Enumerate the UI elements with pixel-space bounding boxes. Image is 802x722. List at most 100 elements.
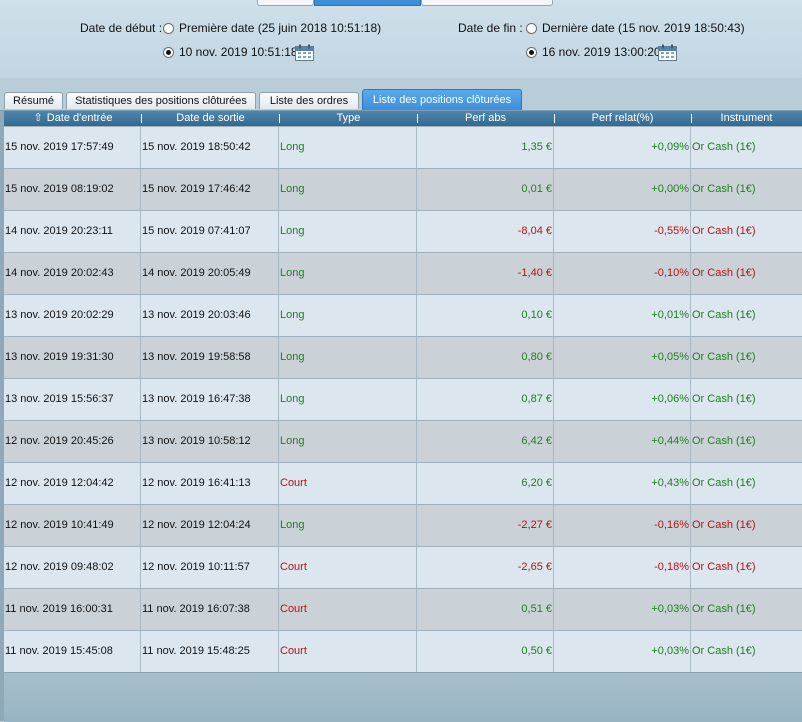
table-row[interactable]: 13 nov. 2019 15:56:37 13 nov. 2019 16:47:… (4, 378, 802, 420)
table-row[interactable]: 15 nov. 2019 17:57:49 15 nov. 2019 18:50:… (4, 126, 802, 168)
type-cell: Long (279, 505, 417, 546)
start-custom-date-value[interactable]: 10 nov. 2019 10:51:18 (179, 45, 298, 59)
type-cell: Long (279, 127, 417, 168)
segment-2[interactable] (313, 0, 421, 6)
perf-rel-cell: -0,16% (554, 505, 691, 546)
tab-closed-positions-stats[interactable]: Statistiques des positions clôturées (66, 92, 256, 109)
exit-date-cell: 13 nov. 2019 16:47:38 (141, 379, 279, 420)
column-header-perf-abs[interactable]: Perf abs (417, 111, 554, 126)
table-row[interactable]: 12 nov. 2019 09:48:02 12 nov. 2019 10:11:… (4, 546, 802, 588)
segment-3[interactable] (420, 0, 554, 6)
start-first-date-radio[interactable] (163, 23, 174, 34)
column-header-perf-rel[interactable]: Perf relat(%) (554, 111, 691, 126)
end-calendar-icon[interactable] (658, 44, 677, 61)
perf-rel-cell: +0,43% (554, 463, 691, 504)
end-date-label: Date de fin : (458, 21, 523, 35)
perf-abs-cell: -8,04 € (417, 211, 554, 252)
type-cell: Long (279, 253, 417, 294)
instrument-cell: Or Cash (1€) (692, 141, 756, 153)
exit-date-cell: 12 nov. 2019 12:04:24 (141, 505, 279, 546)
table-header: ⇧ Date d'entrée Date de sortie Type Perf … (4, 111, 802, 126)
entry-date-cell: 11 nov. 2019 16:00:31 (4, 589, 141, 630)
date-range-panel: Date de début : Première date (25 juin 2… (0, 0, 802, 78)
perf-abs-cell: 0,87 € (417, 379, 554, 420)
perf-rel-cell: -0,18% (554, 547, 691, 588)
segment-1[interactable] (257, 0, 314, 6)
end-custom-date-radio[interactable] (526, 47, 537, 58)
start-first-date-text[interactable]: Première date (25 juin 2018 10:51:18) (179, 21, 381, 35)
type-cell: Court (279, 547, 417, 588)
exit-date-cell: 13 nov. 2019 10:58:12 (141, 421, 279, 462)
tab-closed-positions-list[interactable]: Liste des positions clôturées (362, 89, 522, 110)
exit-date-cell: 15 nov. 2019 18:50:42 (141, 127, 279, 168)
table-row[interactable]: 14 nov. 2019 20:02:43 14 nov. 2019 20:05:… (4, 252, 802, 294)
view-segmented-control (257, 0, 554, 6)
instrument-cell: Or Cash (1€) (692, 183, 756, 195)
column-header-instrument[interactable]: Instrument (691, 111, 802, 126)
perf-rel-cell: -0,10% (554, 253, 691, 294)
entry-date-cell: 15 nov. 2019 17:57:49 (4, 127, 141, 168)
perf-abs-cell: 0,51 € (417, 589, 554, 630)
tab-resume[interactable]: Résumé (4, 92, 63, 109)
perf-abs-cell: 0,01 € (417, 169, 554, 210)
perf-rel-cell: +0,01% (554, 295, 691, 336)
end-last-date-radio[interactable] (526, 23, 537, 34)
instrument-cell: Or Cash (1€) (692, 309, 756, 321)
table-row[interactable]: 15 nov. 2019 08:19:02 15 nov. 2019 17:46:… (4, 168, 802, 210)
instrument-cell: Or Cash (1€) (692, 603, 756, 615)
entry-date-cell: 14 nov. 2019 20:02:43 (4, 253, 141, 294)
exit-date-cell: 11 nov. 2019 15:48:25 (141, 631, 279, 672)
table-row[interactable]: 12 nov. 2019 12:04:42 12 nov. 2019 16:41:… (4, 462, 802, 504)
table-row[interactable]: 11 nov. 2019 15:45:08 11 nov. 2019 15:48:… (4, 630, 802, 672)
table-row[interactable]: 11 nov. 2019 16:00:31 11 nov. 2019 16:07:… (4, 588, 802, 630)
instrument-cell: Or Cash (1€) (692, 393, 756, 405)
start-custom-date-radio[interactable] (163, 47, 174, 58)
table-row[interactable]: 13 nov. 2019 19:31:30 13 nov. 2019 19:58:… (4, 336, 802, 378)
entry-date-cell: 11 nov. 2019 15:45:08 (4, 631, 141, 672)
instrument-cell: Or Cash (1€) (692, 477, 756, 489)
exit-date-cell: 11 nov. 2019 16:07:38 (141, 589, 279, 630)
table-row[interactable]: 14 nov. 2019 20:23:11 15 nov. 2019 07:41:… (4, 210, 802, 252)
perf-rel-cell: +0,44% (554, 421, 691, 462)
instrument-cell: Or Cash (1€) (692, 225, 756, 237)
start-calendar-icon[interactable] (295, 44, 314, 61)
type-cell: Court (279, 463, 417, 504)
instrument-cell: Or Cash (1€) (692, 519, 756, 531)
entry-date-cell: 14 nov. 2019 20:23:11 (4, 211, 141, 252)
table-footer-area (4, 672, 802, 722)
end-last-date-text[interactable]: Dernière date (15 nov. 2019 18:50:43) (542, 21, 745, 35)
perf-rel-cell: +0,05% (554, 337, 691, 378)
column-header-type[interactable]: Type (279, 111, 417, 126)
entry-date-cell: 12 nov. 2019 09:48:02 (4, 547, 141, 588)
end-custom-date-value[interactable]: 16 nov. 2019 13:00:20 (542, 45, 661, 59)
column-header-exit-date[interactable]: Date de sortie (141, 111, 279, 126)
instrument-cell: Or Cash (1€) (692, 435, 756, 447)
perf-abs-cell: -1,40 € (417, 253, 554, 294)
perf-abs-cell: -2,65 € (417, 547, 554, 588)
table-row[interactable]: 12 nov. 2019 10:41:49 12 nov. 2019 12:04:… (4, 504, 802, 546)
perf-abs-cell: 0,80 € (417, 337, 554, 378)
perf-rel-cell: +0,03% (554, 631, 691, 672)
perf-rel-cell: -0,55% (554, 211, 691, 252)
instrument-cell: Or Cash (1€) (692, 351, 756, 363)
type-cell: Long (279, 295, 417, 336)
closed-positions-table: ⇧ Date d'entrée Date de sortie Type Perf … (4, 111, 802, 672)
instrument-cell: Or Cash (1€) (692, 645, 756, 657)
exit-date-cell: 15 nov. 2019 17:46:42 (141, 169, 279, 210)
type-cell: Court (279, 589, 417, 630)
perf-rel-cell: +0,09% (554, 127, 691, 168)
type-cell: Long (279, 169, 417, 210)
exit-date-cell: 13 nov. 2019 20:03:46 (141, 295, 279, 336)
perf-rel-cell: +0,00% (554, 169, 691, 210)
table-row[interactable]: 13 nov. 2019 20:02:29 13 nov. 2019 20:03:… (4, 294, 802, 336)
exit-date-cell: 14 nov. 2019 20:05:49 (141, 253, 279, 294)
instrument-cell: Or Cash (1€) (692, 561, 756, 573)
type-cell: Long (279, 421, 417, 462)
tab-bar: Résumé Statistiques des positions clôtur… (0, 88, 802, 111)
perf-rel-cell: +0,06% (554, 379, 691, 420)
table-row[interactable]: 12 nov. 2019 20:45:26 13 nov. 2019 10:58:… (4, 420, 802, 462)
entry-date-cell: 12 nov. 2019 10:41:49 (4, 505, 141, 546)
type-cell: Long (279, 379, 417, 420)
column-header-entry-date[interactable]: ⇧ Date d'entrée (4, 111, 141, 126)
tab-orders-list[interactable]: Liste des ordres (259, 92, 359, 109)
